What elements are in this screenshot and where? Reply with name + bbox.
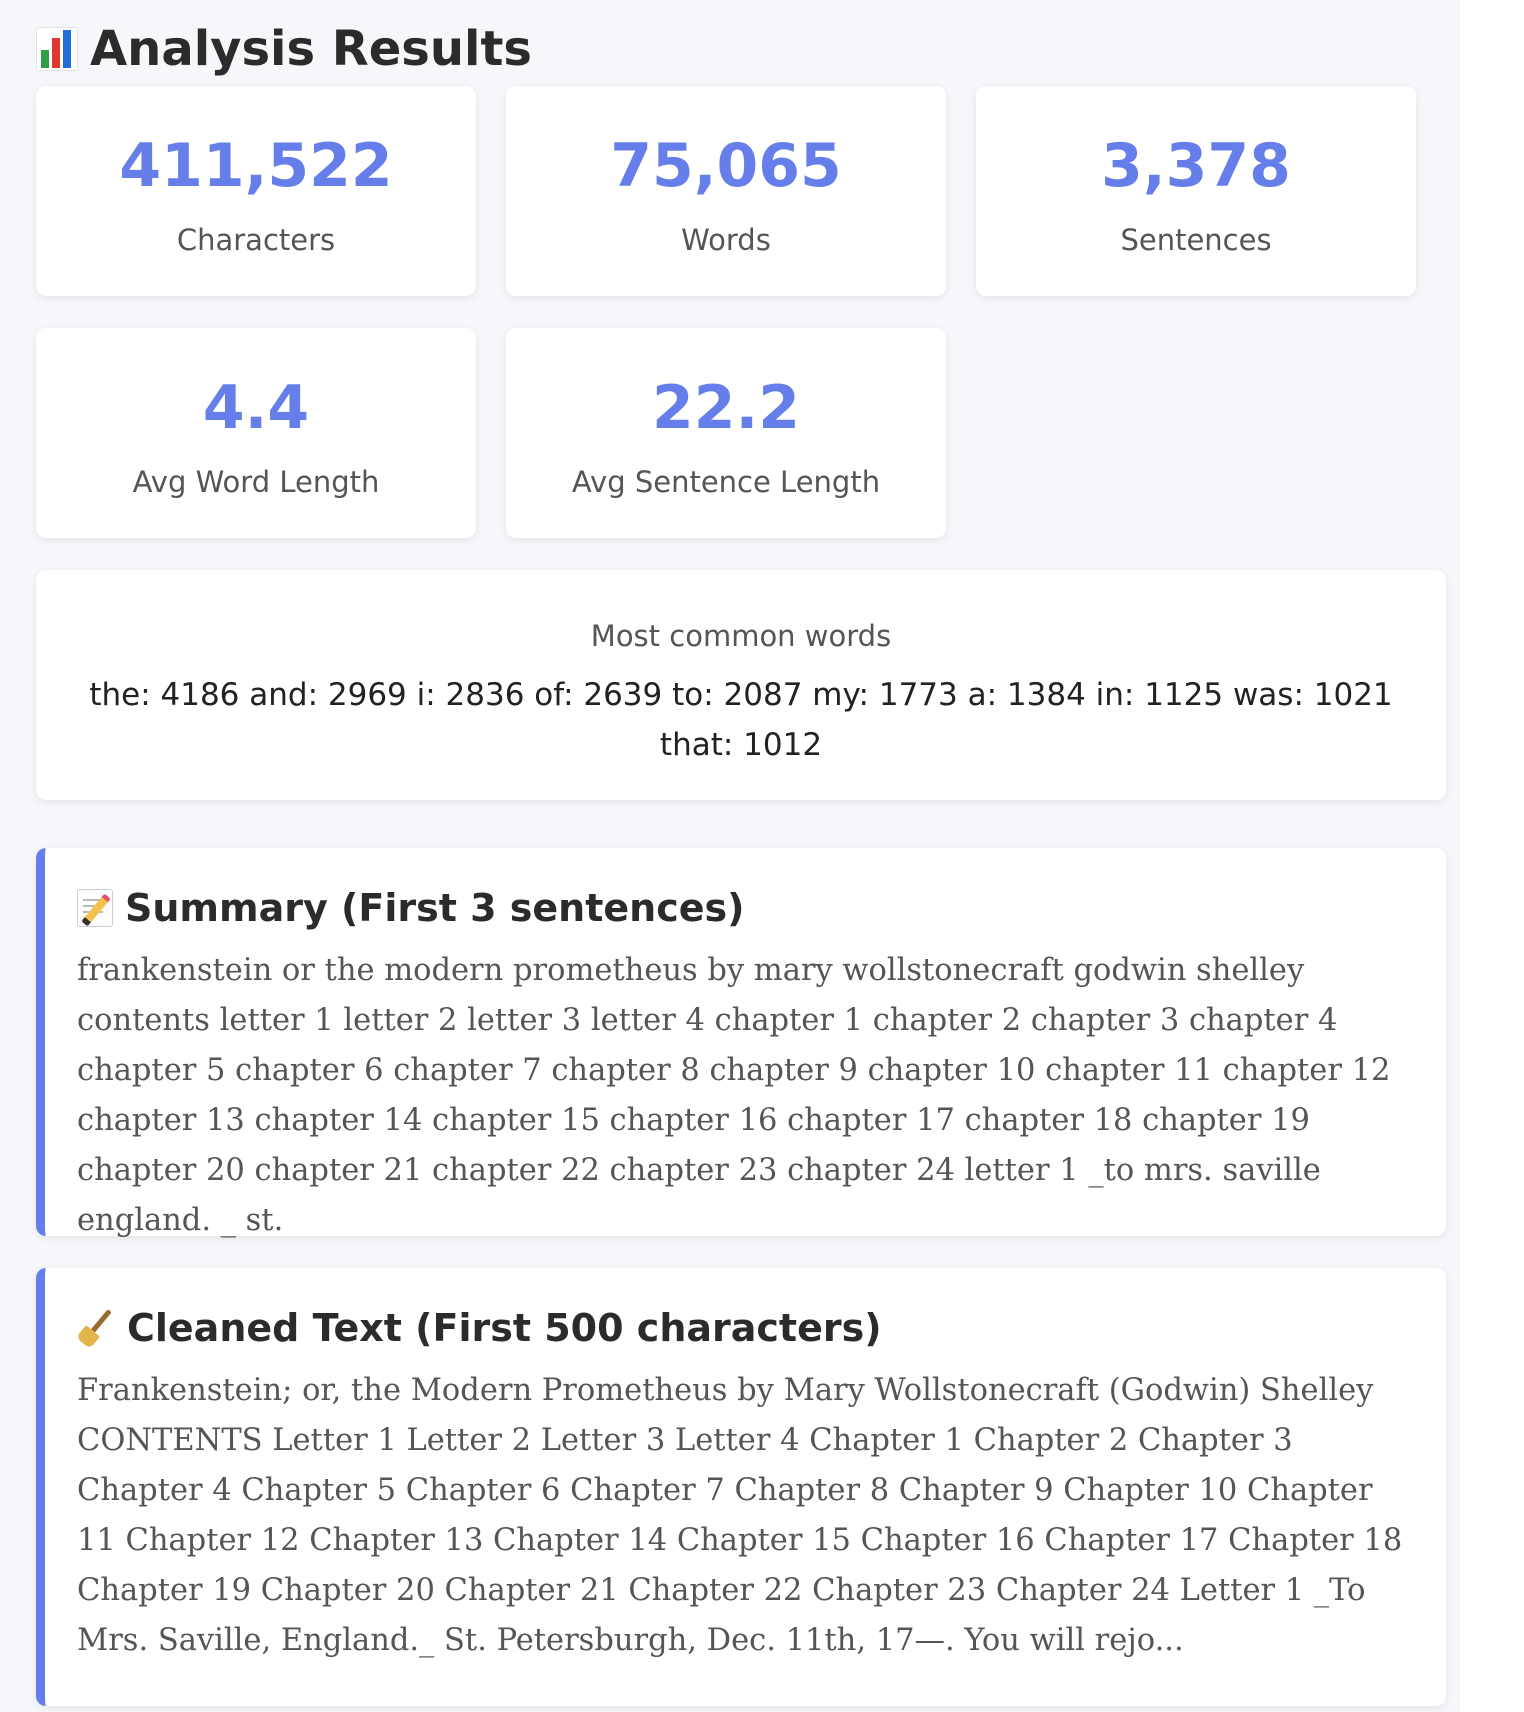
cleaned-text-title: Cleaned Text (First 500 characters): [77, 1298, 1412, 1358]
stat-label: Words: [681, 223, 771, 257]
memo-icon: [77, 889, 113, 927]
results-panel: Analysis Results 411,522 Characters 75,0…: [0, 0, 1460, 1712]
summary-title-text: Summary (First 3 sentences): [125, 886, 745, 930]
stat-value: 22.2: [651, 373, 801, 443]
page-title: Analysis Results: [36, 16, 532, 82]
summary-section: Summary (First 3 sentences) frankenstein…: [36, 848, 1446, 1238]
stat-card-words: 75,065 Words: [506, 86, 946, 296]
stat-value: 3,378: [1101, 131, 1291, 201]
stat-label: Avg Word Length: [132, 465, 380, 499]
cleaned-text-body: Frankenstein; or, the Modern Prometheus …: [77, 1373, 1403, 1658]
stat-label: Avg Sentence Length: [571, 465, 881, 499]
stat-card-avg-word-length: 4.4 Avg Word Length: [36, 328, 476, 538]
common-words-label: Most common words: [590, 619, 892, 653]
stat-value: 411,522: [119, 131, 393, 201]
stat-value: 4.4: [202, 373, 310, 443]
stat-card-sentences: 3,378 Sentences: [976, 86, 1416, 296]
bar-chart-icon: [36, 27, 78, 71]
common-words-list: the: 4186 and: 2969 i: 2836 of: 2639 to:…: [89, 677, 1393, 763]
stat-value: 75,065: [610, 131, 842, 201]
stat-card-avg-sentence-length: 22.2 Avg Sentence Length: [506, 328, 946, 538]
stat-label: Sentences: [1120, 223, 1272, 257]
stat-card-characters: 411,522 Characters: [36, 86, 476, 296]
broom-icon: [77, 1309, 115, 1347]
summary-title: Summary (First 3 sentences): [77, 878, 1412, 938]
cleaned-text-title-text: Cleaned Text (First 500 characters): [127, 1306, 882, 1350]
common-words-card: Most common words the: 4186 and: 2969 i:…: [36, 570, 1446, 800]
cleaned-text-section: Cleaned Text (First 500 characters) Fran…: [36, 1268, 1446, 1706]
summary-text: frankenstein or the modern prometheus by…: [77, 953, 1391, 1238]
stat-label: Characters: [176, 223, 336, 257]
page-title-text: Analysis Results: [90, 21, 532, 77]
